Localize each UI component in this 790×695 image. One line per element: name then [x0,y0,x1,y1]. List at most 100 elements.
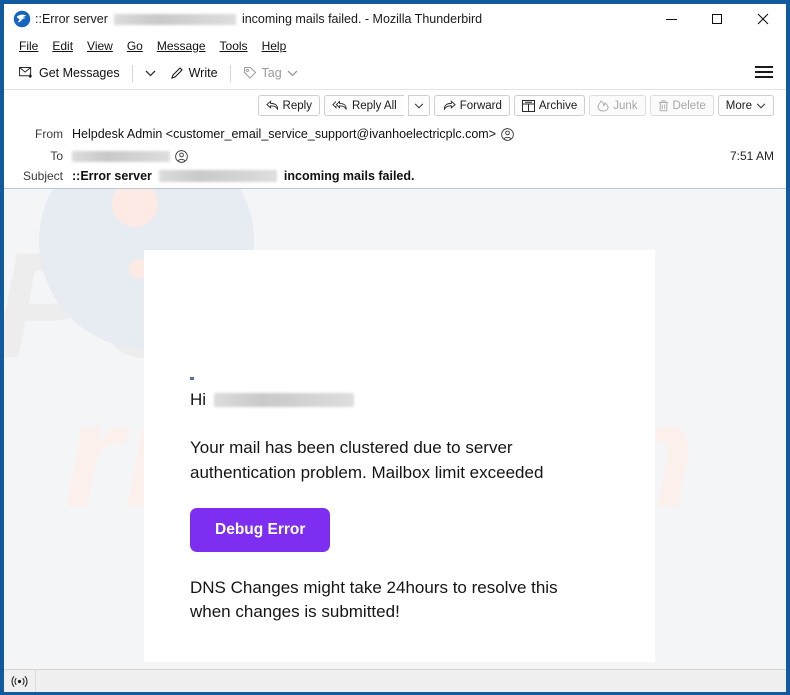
forward-button[interactable]: Forward [433,95,510,116]
from-value[interactable]: Helpdesk Admin <customer_email_service_s… [72,127,774,141]
header-rows: From Helpdesk Admin <customer_email_serv… [4,120,786,167]
subject-redaction [158,170,277,182]
delete-label: Delete [672,99,706,112]
message-actions-toolbar: Reply Reply All Forward Archive Junk Del… [4,95,786,120]
tag-label: Tag [261,66,282,80]
menu-file-label: File [19,38,39,53]
more-label: More [725,99,752,112]
get-messages-dropdown[interactable] [138,67,163,80]
body-paragraph-2: DNS Changes might take 24hours to resolv… [190,577,558,622]
header-row-to: To 7:51 AM [16,145,774,167]
archive-icon [521,99,535,112]
maximize-button[interactable] [694,4,740,34]
body-paragraph-1: Your mail has been clustered due to serv… [190,438,544,483]
subject-value: ::Error server incoming mails failed. [72,169,774,183]
subject-label: Subject [22,169,63,183]
recipient-redaction [214,393,355,408]
get-messages-icon [19,67,33,79]
tag-icon [243,66,256,79]
menu-help-label: Help [261,38,287,53]
forward-icon [443,100,456,110]
window-title-prefix: ::Error server [35,12,108,26]
to-redaction [72,150,170,162]
junk-button[interactable]: Junk [589,95,646,116]
chevron-down-icon [414,102,423,108]
tag-button[interactable]: Tag [236,63,305,83]
menu-go[interactable]: Go [120,37,150,55]
menu-file[interactable]: File [12,37,45,55]
contact-avatar-icon [501,127,514,141]
from-label: From [35,127,63,141]
chevron-down-icon [145,70,156,76]
reply-all-icon [332,100,347,110]
archive-button[interactable]: Archive [513,95,586,116]
menu-bar: File Edit View Go Message Tools Help [4,34,786,57]
status-separator [35,670,36,692]
minimize-button[interactable] [648,4,694,34]
to-value[interactable] [72,149,720,163]
toolbar-separator-1 [131,64,133,82]
archive-label: Archive [538,99,578,112]
delete-button[interactable]: Delete [649,95,714,116]
reply-label: Reply [282,99,312,112]
reply-button[interactable]: Reply [257,95,320,116]
window-title-redaction [113,13,236,25]
get-messages-label: Get Messages [39,66,120,80]
chevron-down-icon [287,70,298,76]
menu-view[interactable]: View [80,37,120,55]
write-button[interactable]: Write [163,63,225,83]
menu-go-label: Go [126,38,143,53]
subject-prefix: ::Error server [72,169,152,183]
app-menu-button[interactable] [755,64,773,80]
chevron-down-icon [756,102,766,108]
title-bar: ::Error server incoming mails failed. - … [4,4,786,34]
reply-icon [265,100,278,110]
to-label: To [50,149,63,163]
message-header-pane: Reply Reply All Forward Archive Junk Del… [4,89,786,188]
hamburger-line [755,76,773,78]
contact-avatar-icon [175,149,188,163]
card-spacer [144,250,655,390]
from-address: Helpdesk Admin <customer_email_service_s… [72,127,496,141]
junk-icon [597,99,609,112]
menu-tools-label: Tools [219,38,248,53]
decorative-dot [112,189,158,227]
toolbar-separator-2 [229,64,231,82]
trash-icon [658,99,668,111]
more-button[interactable]: More [717,95,774,116]
menu-view-label: View [87,38,113,53]
main-toolbar: Get Messages Write Tag [4,57,786,89]
window-title: ::Error server incoming mails failed. - … [35,12,482,26]
menu-message[interactable]: Message [150,37,213,55]
email-canvas: PC risk.com Hi Your mail has been clu [4,189,786,669]
message-time: 7:51 AM [729,149,774,163]
minimize-icon [665,18,677,20]
menu-edit[interactable]: Edit [45,37,80,55]
window-title-suffix: incoming mails failed. - Mozilla Thunder… [241,12,483,26]
pencil-icon [170,67,183,79]
reply-all-dropdown[interactable] [407,95,430,116]
header-row-subject: Subject ::Error server incoming mails fa… [4,167,786,188]
maximize-icon [712,14,722,24]
reply-all-button[interactable]: Reply All [323,95,404,116]
menu-edit-label: Edit [52,38,74,53]
window-controls [648,4,786,34]
status-bar [4,669,786,692]
reply-all-label: Reply All [351,99,397,112]
menu-help[interactable]: Help [255,37,294,55]
greeting-text: Hi [190,390,207,409]
junk-label: Junk [613,99,638,112]
message-body-pane: PC risk.com Hi Your mail has been clu [4,188,786,669]
debug-error-button[interactable]: Debug Error [190,507,331,552]
write-label: Write [188,66,218,80]
connection-online-icon [11,675,28,687]
greeting-line: Hi [190,390,609,410]
menu-message-label: Message [156,38,206,53]
get-messages-button[interactable]: Get Messages [12,63,127,83]
header-row-from: From Helpdesk Admin <customer_email_serv… [16,123,774,145]
menu-tools[interactable]: Tools [213,37,255,55]
hamburger-line [755,71,773,73]
forward-label: Forward [459,99,502,112]
decorative-mark [190,377,194,380]
close-button[interactable] [740,4,786,34]
